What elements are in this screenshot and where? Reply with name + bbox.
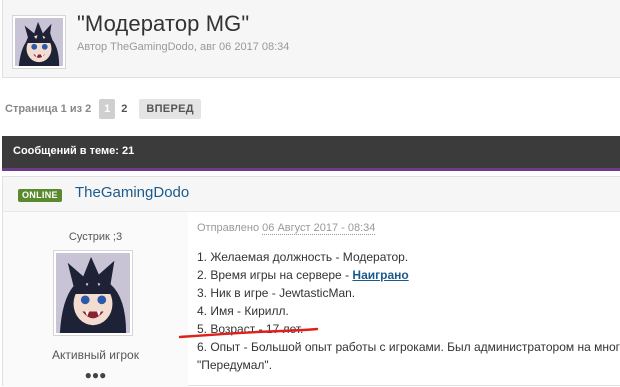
- posts-count-bar: Сообщений в теме: 21: [2, 136, 620, 171]
- anime-avatar-image: [56, 253, 130, 333]
- user-title: Сустрик ;3: [68, 231, 123, 243]
- post: ONLINE TheGamingDodo Сустрик ;3 Активный…: [2, 176, 620, 387]
- topic-author-avatar[interactable]: [12, 15, 66, 69]
- playtime-link[interactable]: Наиграно: [352, 268, 408, 282]
- user-rank-stars: ●●●: [84, 368, 107, 382]
- post-line-2: 2. Время игры на сервере - Наиграно: [197, 266, 620, 284]
- post-line-7: "Передумал".: [197, 358, 273, 372]
- post-author-info: Сустрик ;3 Активный игрок ●●●: [3, 212, 188, 387]
- post-line-5: 5. Возраст - 17 лет.: [197, 322, 304, 336]
- post-author-link[interactable]: TheGamingDodo: [75, 184, 189, 201]
- user-rank: Активный игрок: [52, 348, 139, 362]
- online-status-badge: ONLINE: [18, 189, 62, 202]
- post-date-value[interactable]: 06 Август 2017 - 08:34: [262, 222, 376, 235]
- page-current: 1: [99, 99, 116, 119]
- post-line-1: 1. Желаемая должность - Модератор.: [197, 250, 409, 264]
- post-date: Отправлено 06 Август 2017 - 08:34: [197, 222, 376, 235]
- posts-count: Сообщений в теме: 21: [13, 145, 135, 157]
- topic-header: "Модератор MG" Автор TheGamingDodo, авг …: [2, 0, 620, 78]
- post-author-avatar[interactable]: [53, 250, 133, 336]
- post-content: 1. Желаемая должность - Модератор. 2. Вр…: [197, 248, 620, 374]
- page-2-link[interactable]: 2: [121, 103, 127, 115]
- anime-avatar-image: [15, 18, 63, 66]
- post-line-2-text: 2. Время игры на сервере -: [197, 268, 353, 282]
- post-line-3: 3. Ник в игре - JewtasticMan.: [197, 286, 356, 300]
- post-line-6: 6. Опыт - Большой опыт работы с игроками…: [197, 340, 620, 354]
- post-body: Отправлено 06 Август 2017 - 08:34 1. Жел…: [197, 212, 620, 387]
- topic-title: "Модератор MG": [77, 11, 250, 36]
- pagination: Страница 1 из 2 1 2 ВПЕРЕД: [5, 98, 201, 120]
- post-line-4: 4. Имя - Кирилл.: [197, 304, 289, 318]
- post-date-prefix: Отправлено: [197, 222, 260, 234]
- next-page-button[interactable]: ВПЕРЕД: [139, 99, 201, 119]
- post-header: ONLINE TheGamingDodo: [3, 177, 620, 212]
- topic-meta: Автор TheGamingDodo, авг 06 2017 08:34: [77, 41, 290, 53]
- page-info: Страница 1 из 2: [5, 103, 92, 115]
